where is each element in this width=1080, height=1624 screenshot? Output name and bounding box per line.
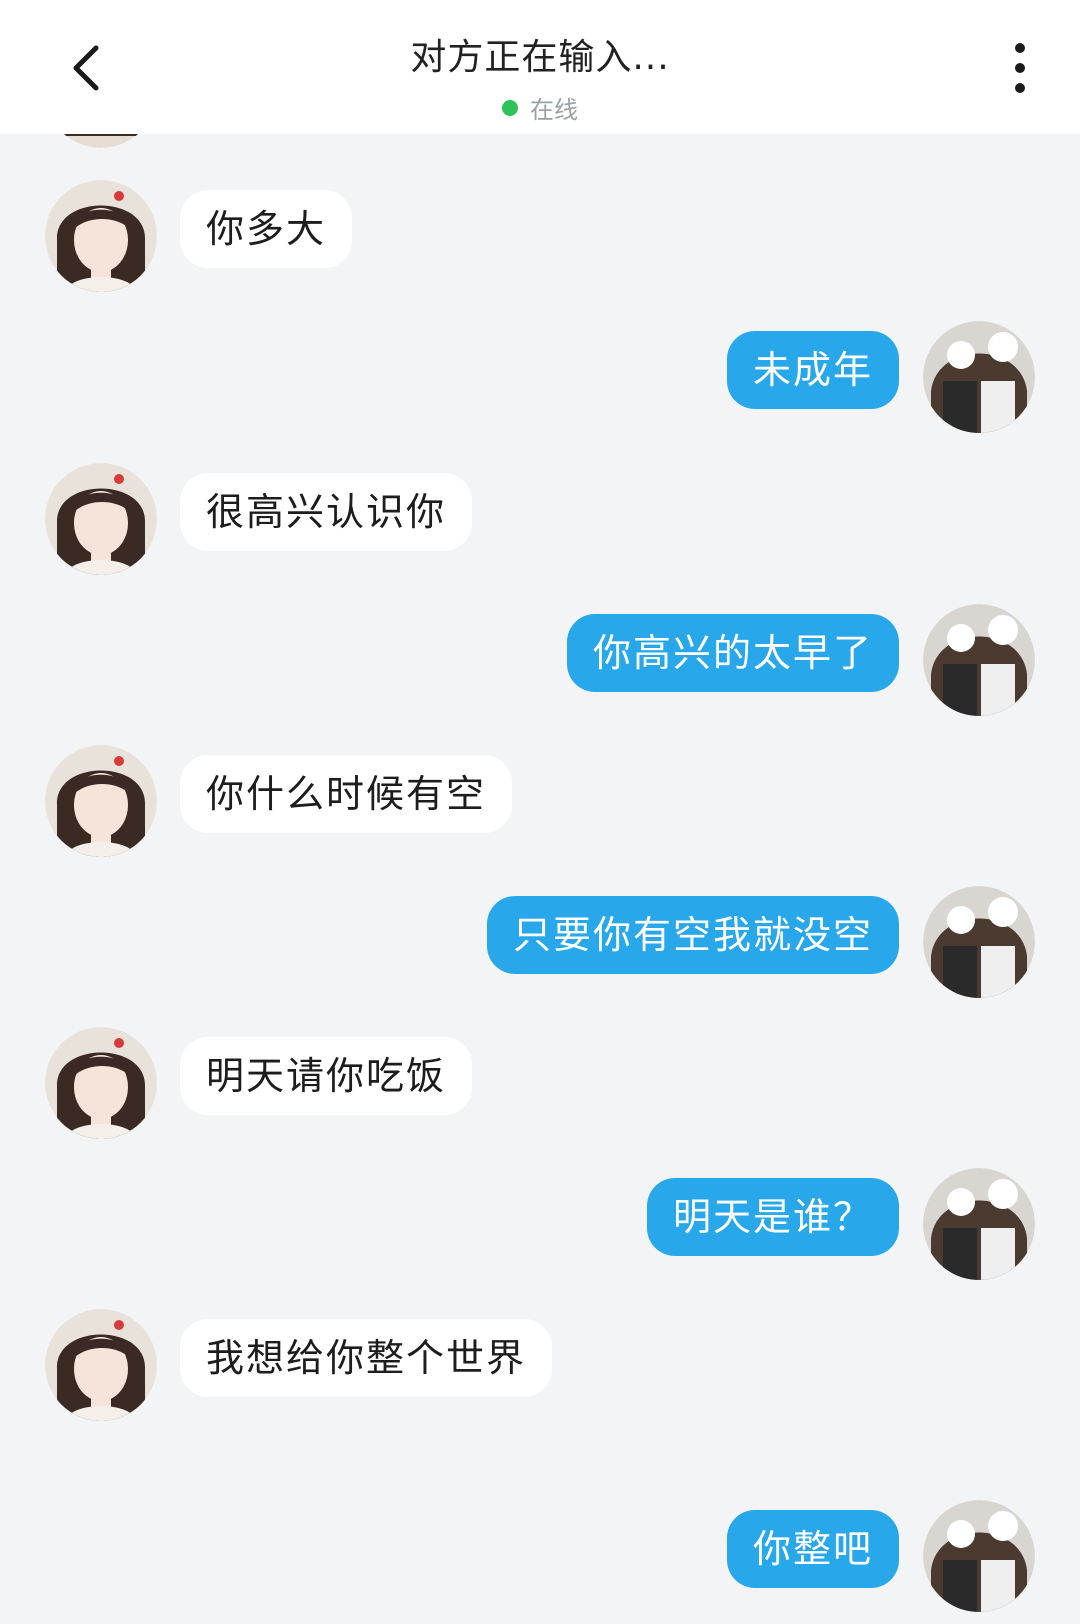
contact-avatar[interactable] xyxy=(45,1309,157,1421)
outgoing-message-bubble[interactable]: 明天是谁？ xyxy=(646,1178,899,1256)
user-avatar[interactable] xyxy=(923,321,1035,433)
incoming-message-bubble[interactable]: 很高兴认识你 xyxy=(180,473,473,551)
online-status-label: 在线 xyxy=(530,96,578,124)
message-row: 未成年 xyxy=(0,321,1080,441)
outgoing-message-bubble[interactable]: 你高兴的太早了 xyxy=(566,614,899,692)
more-options-button[interactable] xyxy=(1000,38,1040,98)
contact-avatar[interactable] xyxy=(45,463,157,575)
chat-title: 对方正在输入... xyxy=(410,37,670,78)
outgoing-message-bubble[interactable]: 只要你有空我就没空 xyxy=(486,896,899,974)
online-dot-icon xyxy=(502,99,518,116)
incoming-message-bubble[interactable]: 我想给你整个世界 xyxy=(180,1319,553,1397)
incoming-message-bubble[interactable]: 你什么时候有空 xyxy=(180,755,513,833)
message-row: 明天请你吃饭 xyxy=(0,1027,1080,1147)
user-avatar[interactable] xyxy=(923,1168,1035,1280)
message-row: 你什么时候有空 xyxy=(0,745,1080,865)
more-vertical-icon xyxy=(1015,43,1025,93)
outgoing-message-bubble[interactable]: 未成年 xyxy=(726,331,899,409)
incoming-message-bubble[interactable]: 你多大 xyxy=(180,190,353,268)
message-row: 只要你有空我就没空 xyxy=(0,886,1080,1006)
user-avatar[interactable] xyxy=(923,886,1035,998)
message-row: 你高兴的太早了 xyxy=(0,604,1080,724)
contact-avatar[interactable] xyxy=(45,1027,157,1139)
incoming-message-bubble[interactable]: 明天请你吃饭 xyxy=(180,1037,473,1115)
user-avatar[interactable] xyxy=(923,1500,1035,1612)
message-row: 你多大 xyxy=(0,180,1080,300)
chat-feed: 你多大 未成年 很高兴认识你 你高兴的太早了 你什么时候有空 只要你有空我就没空… xyxy=(0,0,1080,1624)
chat-title-area: 对方正在输入... 在线 xyxy=(0,0,1080,125)
message-row: 很高兴认识你 xyxy=(0,463,1080,583)
user-avatar[interactable] xyxy=(923,604,1035,716)
outgoing-message-bubble[interactable]: 你整吧 xyxy=(726,1510,899,1588)
contact-avatar[interactable] xyxy=(45,745,157,857)
online-status: 在线 xyxy=(502,90,578,125)
chat-header: 对方正在输入... 在线 xyxy=(0,0,1080,134)
message-row: 明天是谁？ xyxy=(0,1168,1080,1288)
message-row: 你整吧 xyxy=(0,1500,1080,1620)
contact-avatar[interactable] xyxy=(45,180,157,292)
message-row: 我想给你整个世界 xyxy=(0,1309,1080,1429)
